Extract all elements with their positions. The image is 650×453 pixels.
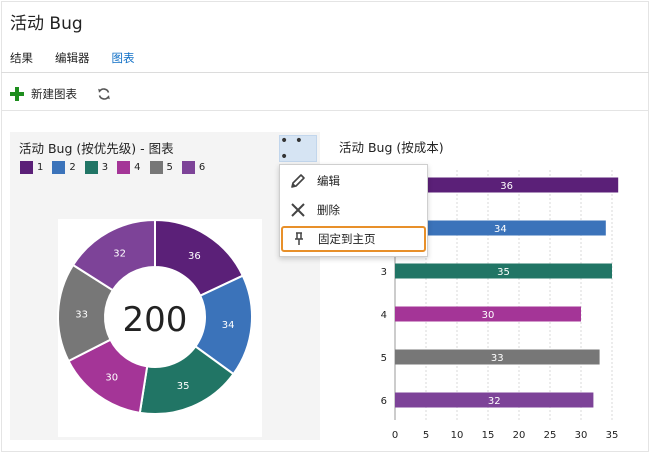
legend-swatch bbox=[84, 161, 98, 174]
legend-label: 6 bbox=[198, 162, 206, 173]
menu-item-label: 删除 bbox=[317, 203, 340, 217]
tab-editor[interactable]: 编辑器 bbox=[55, 50, 90, 66]
legend-item: 1 bbox=[20, 161, 43, 174]
legend-item: 6 bbox=[181, 161, 206, 174]
legend-label: 4 bbox=[134, 162, 141, 173]
new-chart-button[interactable]: 新建图表 bbox=[10, 86, 77, 102]
chart-legend: 1 2 3 4 5 6 bbox=[20, 161, 205, 174]
cost-chart-title: 活动 Bug (按成本) bbox=[339, 140, 444, 155]
close-icon bbox=[291, 203, 305, 217]
more-actions-button[interactable]: • • • bbox=[279, 133, 317, 165]
menu-item-delete[interactable]: 删除 bbox=[280, 197, 427, 223]
divider bbox=[1, 110, 649, 111]
priority-chart-card: 活动 Bug (按优先级) - 图表 1 2 3 4 5 6 • • • bbox=[10, 132, 320, 440]
menu-item-edit[interactable]: 编辑 bbox=[280, 168, 427, 194]
divider bbox=[1, 72, 649, 73]
menu-item-label: 固定到主页 bbox=[318, 232, 376, 246]
tab-results[interactable]: 结果 bbox=[10, 50, 33, 66]
legend-swatch bbox=[20, 161, 33, 174]
priority-chart-title: 活动 Bug (按优先级) - 图表 bbox=[19, 141, 174, 156]
legend-label: 1 bbox=[37, 162, 44, 173]
context-menu: 编辑 删除 固定到主页 bbox=[279, 164, 428, 257]
legend-item: 3 bbox=[84, 161, 109, 174]
pencil-icon bbox=[291, 174, 305, 188]
plus-icon bbox=[10, 87, 24, 101]
legend-label: 2 bbox=[69, 162, 76, 173]
legend-swatch bbox=[117, 161, 131, 174]
legend-item: 5 bbox=[149, 161, 173, 174]
page-title: 活动 Bug bbox=[10, 14, 83, 34]
legend-swatch bbox=[52, 161, 66, 174]
refresh-icon[interactable] bbox=[97, 87, 111, 101]
pin-icon bbox=[295, 232, 303, 245]
menu-item-label: 编辑 bbox=[317, 174, 340, 188]
legend-label: 3 bbox=[101, 162, 109, 173]
legend-item: 4 bbox=[117, 161, 141, 174]
legend-swatch bbox=[149, 161, 163, 174]
new-chart-label: 新建图表 bbox=[31, 87, 77, 101]
legend-swatch bbox=[181, 161, 195, 174]
legend-item: 2 bbox=[52, 161, 76, 174]
legend-label: 5 bbox=[166, 162, 173, 173]
menu-item-pin-to-home[interactable]: 固定到主页 bbox=[281, 226, 426, 252]
donut-background bbox=[58, 219, 262, 437]
toolbar: 新建图表 bbox=[10, 86, 111, 102]
tab-bar: 结果 编辑器 图表 bbox=[10, 50, 135, 66]
tab-charts[interactable]: 图表 bbox=[112, 50, 135, 66]
